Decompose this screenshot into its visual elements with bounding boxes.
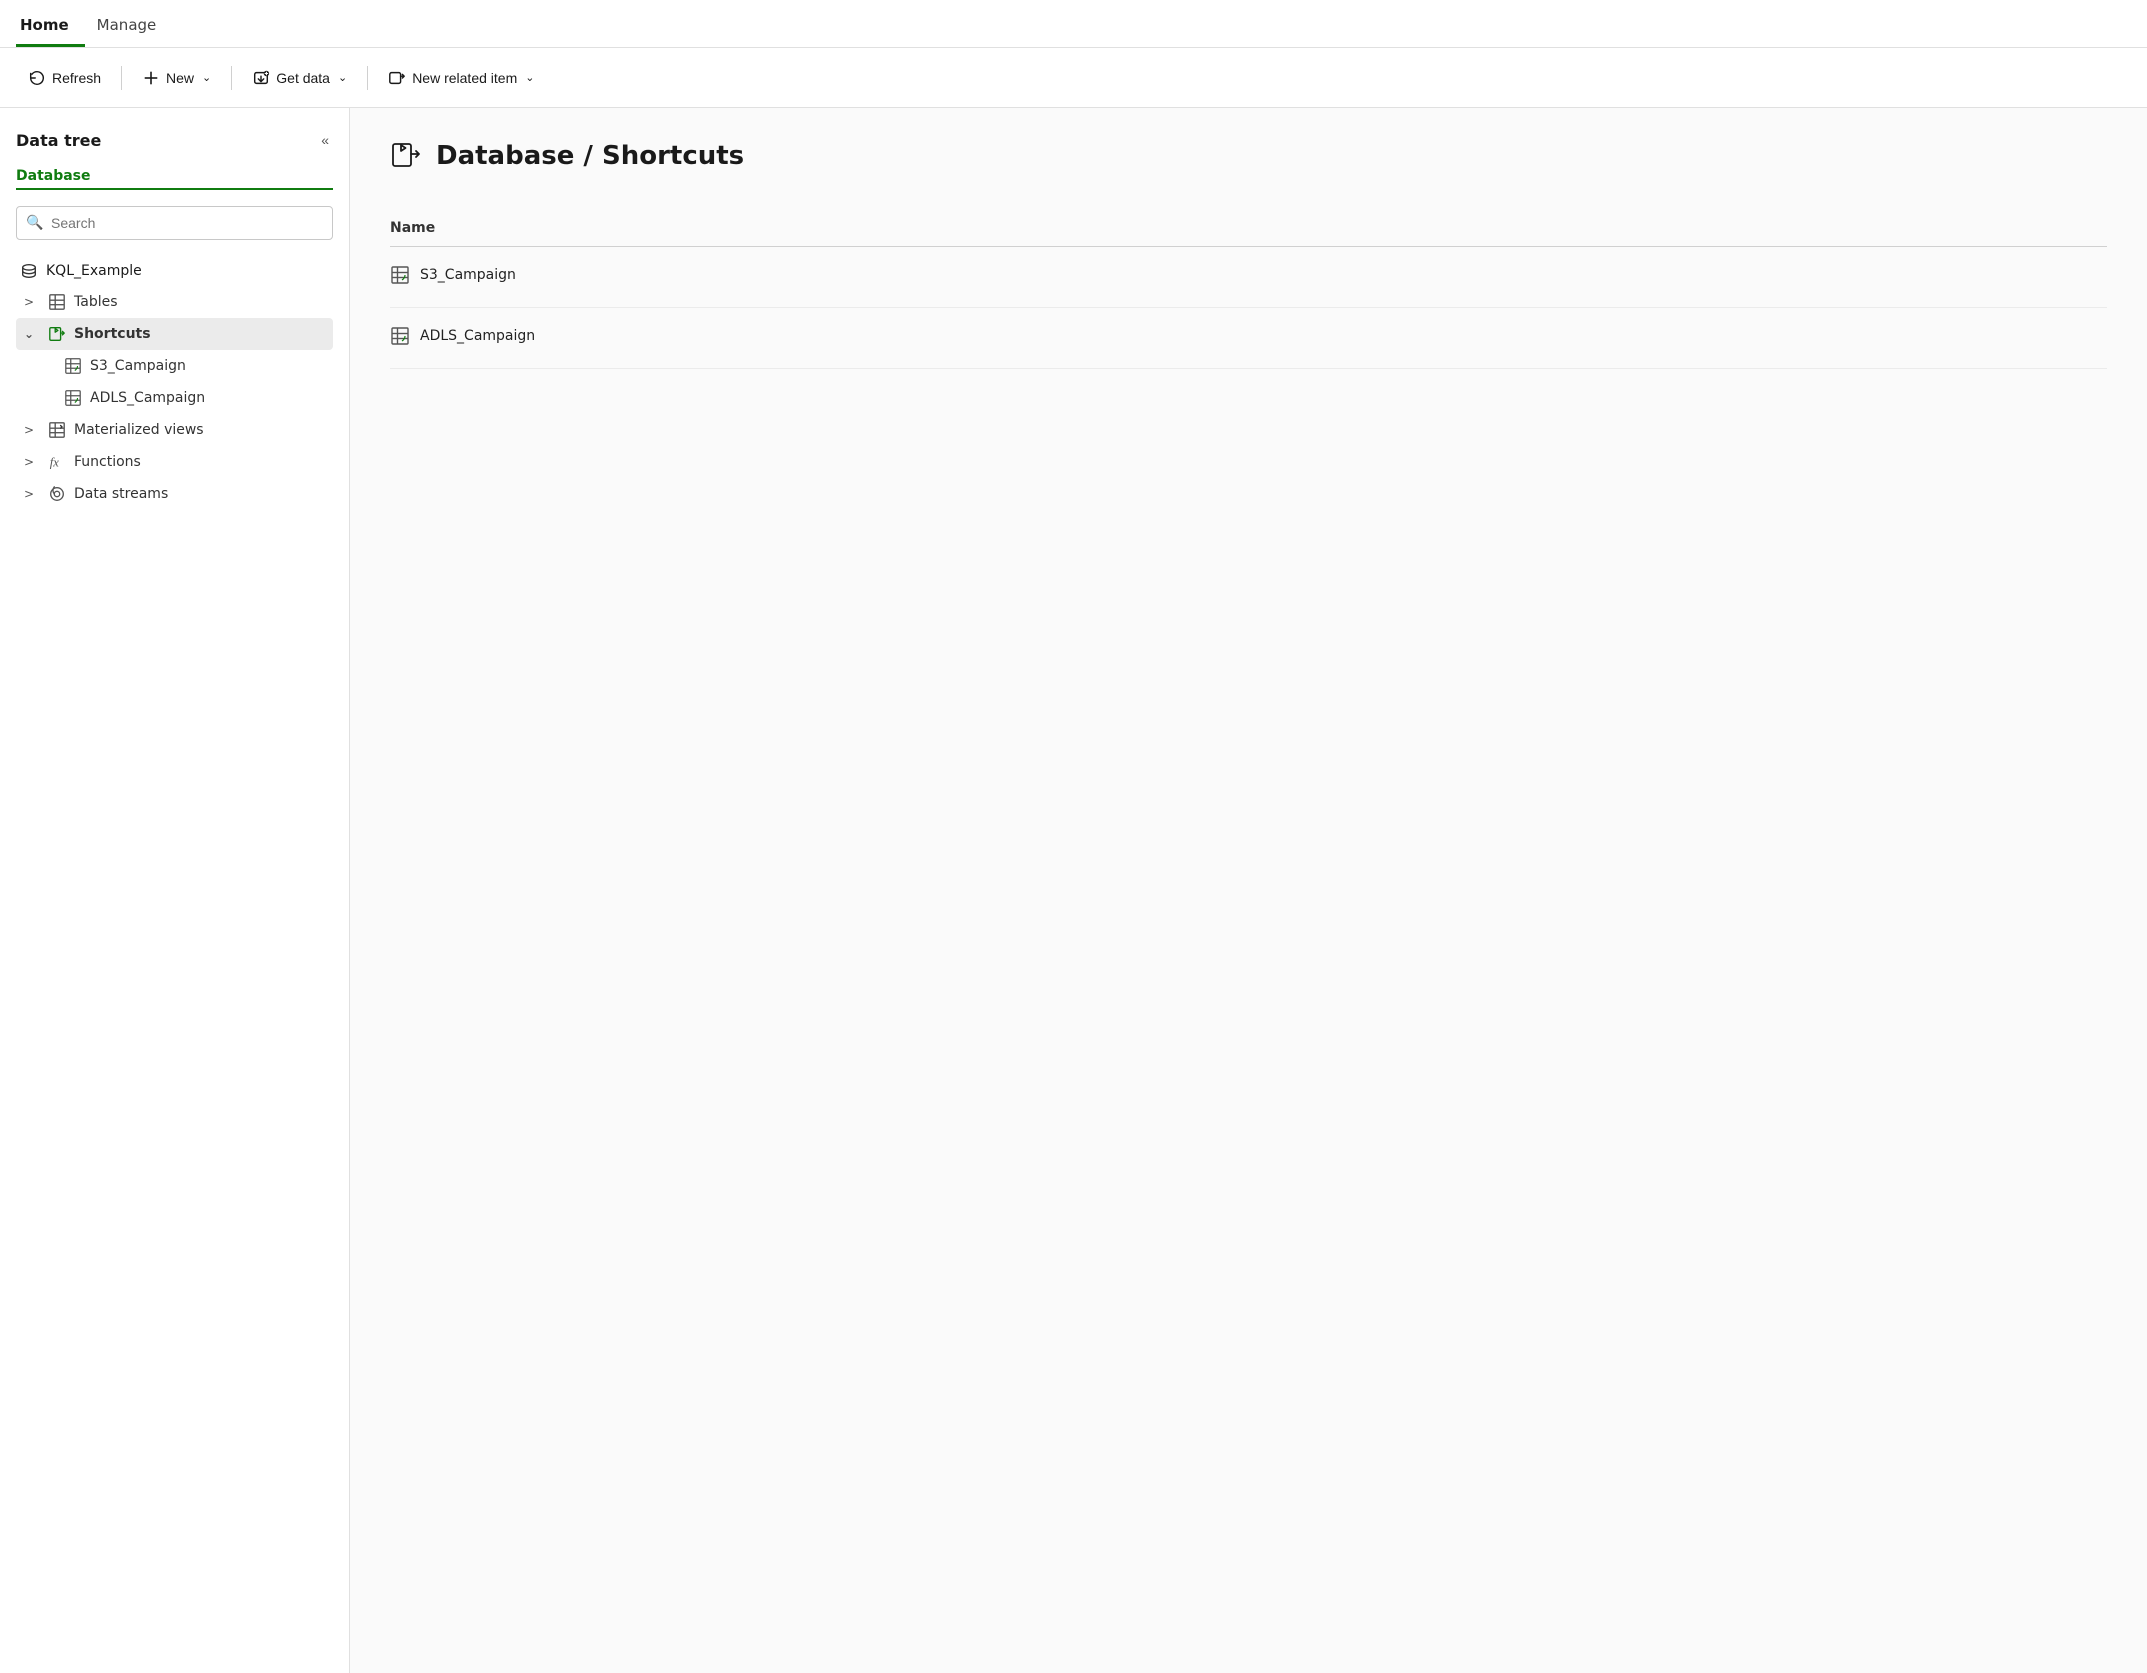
- expand-functions-icon: >: [24, 455, 40, 469]
- adlscampaign-row: ADLS_Campaign: [390, 326, 535, 346]
- database-tab[interactable]: Database: [16, 168, 333, 190]
- datastreams-icon: [48, 485, 66, 503]
- new-label: New: [166, 70, 194, 86]
- s3campaign-row: S3_Campaign: [390, 265, 516, 285]
- functions-icon: fx: [48, 453, 66, 471]
- panel-header: Data tree «: [16, 128, 333, 152]
- tab-manage[interactable]: Manage: [93, 16, 173, 47]
- tree-item-tables[interactable]: > Tables: [16, 286, 333, 318]
- divider-3: [367, 66, 368, 90]
- tree-item-datastreams[interactable]: > Data streams: [16, 478, 333, 510]
- database-icon: [20, 262, 38, 280]
- tree-item-functions[interactable]: > fx Functions: [16, 446, 333, 478]
- divider-2: [231, 66, 232, 90]
- expand-matviews-icon: >: [24, 423, 40, 437]
- breadcrumb-shortcuts-icon: [390, 140, 422, 172]
- toolbar: Refresh New ⌄ Get data ⌄ New related ite…: [0, 48, 2147, 108]
- adlscampaign-label: ADLS_Campaign: [90, 390, 205, 406]
- tree-item-shortcuts[interactable]: ⌄ Shortcuts: [16, 318, 333, 350]
- refresh-button[interactable]: Refresh: [16, 63, 113, 93]
- get-data-icon: [252, 69, 270, 87]
- refresh-icon: [28, 69, 46, 87]
- datastreams-label: Data streams: [74, 486, 168, 502]
- tree-item-matviews[interactable]: > Materialized views: [16, 414, 333, 446]
- tab-home[interactable]: Home: [16, 16, 85, 47]
- plus-icon: [142, 69, 160, 87]
- s3campaign-label: S3_Campaign: [90, 358, 186, 374]
- get-data-label: Get data: [276, 70, 330, 86]
- content-table: Name S3_Campaig: [390, 212, 2107, 369]
- tree-item-s3campaign[interactable]: S3_Campaign: [16, 350, 333, 382]
- new-button[interactable]: New ⌄: [130, 63, 223, 93]
- refresh-label: Refresh: [52, 70, 101, 86]
- left-panel: Data tree « Database 🔍 KQL_Example >: [0, 108, 350, 1673]
- top-nav: Home Manage: [0, 0, 2147, 48]
- table-row[interactable]: ADLS_Campaign: [390, 308, 2107, 369]
- table-row[interactable]: S3_Campaign: [390, 247, 2107, 308]
- divider-1: [121, 66, 122, 90]
- breadcrumb-header: Database / Shortcuts: [390, 140, 2107, 172]
- shortcuts-icon: [48, 325, 66, 343]
- collapse-button[interactable]: «: [317, 128, 333, 152]
- breadcrumb-title: Database / Shortcuts: [436, 141, 744, 171]
- expand-datastreams-icon: >: [24, 487, 40, 501]
- search-input[interactable]: [16, 206, 333, 240]
- search-wrap: 🔍: [16, 206, 333, 240]
- expand-tables-icon: >: [24, 295, 40, 309]
- adlscampaign-row-label: ADLS_Campaign: [420, 328, 535, 344]
- get-data-chevron: ⌄: [338, 71, 347, 84]
- db-name-label: KQL_Example: [46, 263, 142, 279]
- new-chevron: ⌄: [202, 71, 211, 84]
- search-icon: 🔍: [26, 215, 43, 231]
- get-data-button[interactable]: Get data ⌄: [240, 63, 359, 93]
- matviews-icon: [48, 421, 66, 439]
- right-panel: Database / Shortcuts Name: [350, 108, 2147, 1673]
- table-header-name: Name: [390, 212, 2107, 247]
- expand-shortcuts-icon: ⌄: [24, 327, 40, 341]
- shortcuts-label: Shortcuts: [74, 326, 151, 342]
- main-content: Data tree « Database 🔍 KQL_Example >: [0, 108, 2147, 1673]
- tables-label: Tables: [74, 294, 118, 310]
- new-related-item-label: New related item: [412, 70, 517, 86]
- new-related-item-icon: [388, 69, 406, 87]
- functions-label: Functions: [74, 454, 141, 470]
- matviews-label: Materialized views: [74, 422, 204, 438]
- adlscampaign-icon: [64, 389, 82, 407]
- s3campaign-row-label: S3_Campaign: [420, 267, 516, 283]
- new-related-chevron: ⌄: [525, 71, 534, 84]
- tree-item-adlscampaign[interactable]: ADLS_Campaign: [16, 382, 333, 414]
- tables-icon: [48, 293, 66, 311]
- new-related-item-button[interactable]: New related item ⌄: [376, 63, 546, 93]
- s3campaign-icon: [64, 357, 82, 375]
- tree-db-name[interactable]: KQL_Example: [16, 256, 333, 286]
- svg-text:fx: fx: [50, 456, 59, 470]
- panel-title: Data tree: [16, 131, 101, 150]
